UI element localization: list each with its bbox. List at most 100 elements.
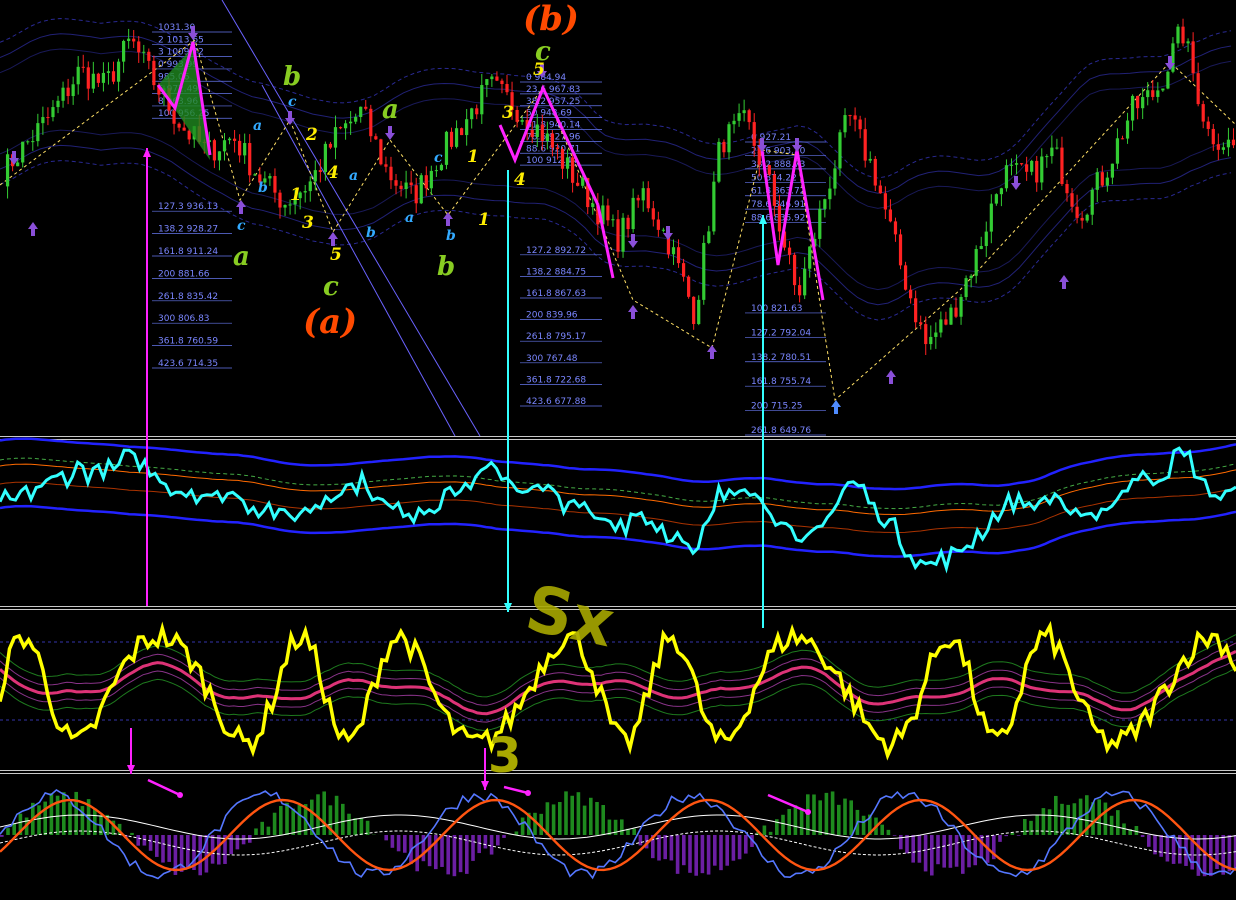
macd-bar <box>632 828 636 835</box>
macd-bar <box>849 800 853 835</box>
macd-bar <box>799 808 804 835</box>
candle-body <box>671 247 676 255</box>
wave-label-minor: c <box>434 150 443 166</box>
oscillator-panel[interactable] <box>0 437 1236 574</box>
slope-arrow-line <box>503 785 529 795</box>
candle-body <box>1090 189 1094 215</box>
macd-bar <box>564 791 568 835</box>
macd-bar <box>700 835 705 874</box>
candle-body <box>399 185 403 190</box>
candle-body <box>1206 121 1210 129</box>
fib-levels-c: 0 927.2123.6 903.2038.2 888.7350 874.226… <box>745 133 826 436</box>
candle-body <box>838 132 842 169</box>
price-panel[interactable]: 1031.302 1013.653 1009.720 993.99985.065… <box>0 0 1236 437</box>
candle-body <box>31 141 35 143</box>
stochastic-panel[interactable] <box>0 620 1236 761</box>
candle-body <box>369 108 373 137</box>
macd-bar <box>334 795 339 835</box>
candle-body <box>147 51 151 61</box>
macd-bar <box>694 835 698 876</box>
candle-body <box>253 174 257 176</box>
macd-bar <box>675 835 680 874</box>
candle-body <box>1040 156 1044 183</box>
candle-body <box>1226 139 1231 148</box>
macd-bar <box>886 829 891 835</box>
candle-body <box>66 87 70 97</box>
candle-body <box>485 79 489 86</box>
macd-bar <box>440 835 444 867</box>
candle-body <box>81 66 85 68</box>
macd-bar <box>49 793 54 835</box>
macd-bar <box>638 835 643 846</box>
candle-body <box>702 242 706 300</box>
macd-bar <box>737 835 742 860</box>
macd-bar <box>136 835 140 846</box>
oscillator-line <box>0 446 1236 574</box>
macd-bar <box>706 835 711 875</box>
candle-body <box>41 117 45 124</box>
candle-body <box>823 199 827 209</box>
fractal-down-arrow-icon <box>1011 176 1021 190</box>
macd-bar <box>68 802 72 835</box>
fib-label: 38.2 957.25 <box>526 97 580 107</box>
macd-bar <box>582 805 587 835</box>
candle-body <box>333 127 338 148</box>
candle-body <box>515 109 519 122</box>
macd-bar <box>1004 835 1008 837</box>
candle-body <box>495 76 499 81</box>
candle-body <box>409 182 413 186</box>
arrowhead <box>504 603 512 612</box>
candle-body <box>903 265 908 290</box>
candle-body <box>712 181 716 232</box>
trading-chart[interactable]: 1031.302 1013.653 1009.720 993.99985.065… <box>0 0 1236 900</box>
macd-bar <box>948 835 953 868</box>
macd-bar <box>235 835 240 850</box>
macd-bar <box>37 805 41 835</box>
candle-body <box>828 188 832 200</box>
macd-bar <box>186 835 190 868</box>
candle-body <box>722 141 726 153</box>
macd-histogram-panel[interactable] <box>0 789 1236 880</box>
candle-body <box>1080 217 1084 221</box>
macd-bar <box>477 835 481 854</box>
candle-body <box>1216 144 1220 150</box>
macd-bar <box>719 835 723 871</box>
macd-bar <box>1165 835 1170 862</box>
candle-body <box>772 174 776 206</box>
macd-bar <box>458 835 463 873</box>
wave-label-minor: c <box>237 218 246 234</box>
candle-body <box>984 231 988 246</box>
candle-body <box>444 131 449 165</box>
candle-body <box>1070 193 1074 207</box>
candle-body <box>626 217 630 230</box>
macd-bar <box>1066 804 1070 835</box>
candle-body <box>611 219 615 221</box>
candle-body <box>1060 147 1064 185</box>
candle-body <box>1146 90 1150 98</box>
candle-body <box>212 140 217 161</box>
candle-body <box>56 100 60 108</box>
sx-annotation: Sx <box>520 572 621 663</box>
candle-body <box>843 115 847 133</box>
macd-bar <box>353 818 357 835</box>
candle-body <box>742 110 746 114</box>
macd-bar <box>229 835 233 855</box>
wave-label-minor: a <box>405 210 414 226</box>
macd-bar <box>496 835 500 846</box>
candle-body <box>132 38 136 42</box>
candle-body <box>898 234 903 266</box>
arrowhead <box>143 148 151 157</box>
macd-bar <box>1023 819 1027 835</box>
fib-label: 300 767.48 <box>526 354 578 364</box>
fib-label: 200 715.25 <box>751 402 803 412</box>
candle-body <box>419 175 423 204</box>
candle-body <box>505 84 509 93</box>
candle-body <box>1075 206 1079 218</box>
candle-body <box>490 76 494 80</box>
candle-body <box>818 208 822 239</box>
candle-body <box>929 336 933 345</box>
stoch-band <box>0 634 1236 698</box>
macd-bar <box>465 835 469 874</box>
candle-body <box>1191 41 1195 74</box>
candle-body <box>848 115 852 117</box>
